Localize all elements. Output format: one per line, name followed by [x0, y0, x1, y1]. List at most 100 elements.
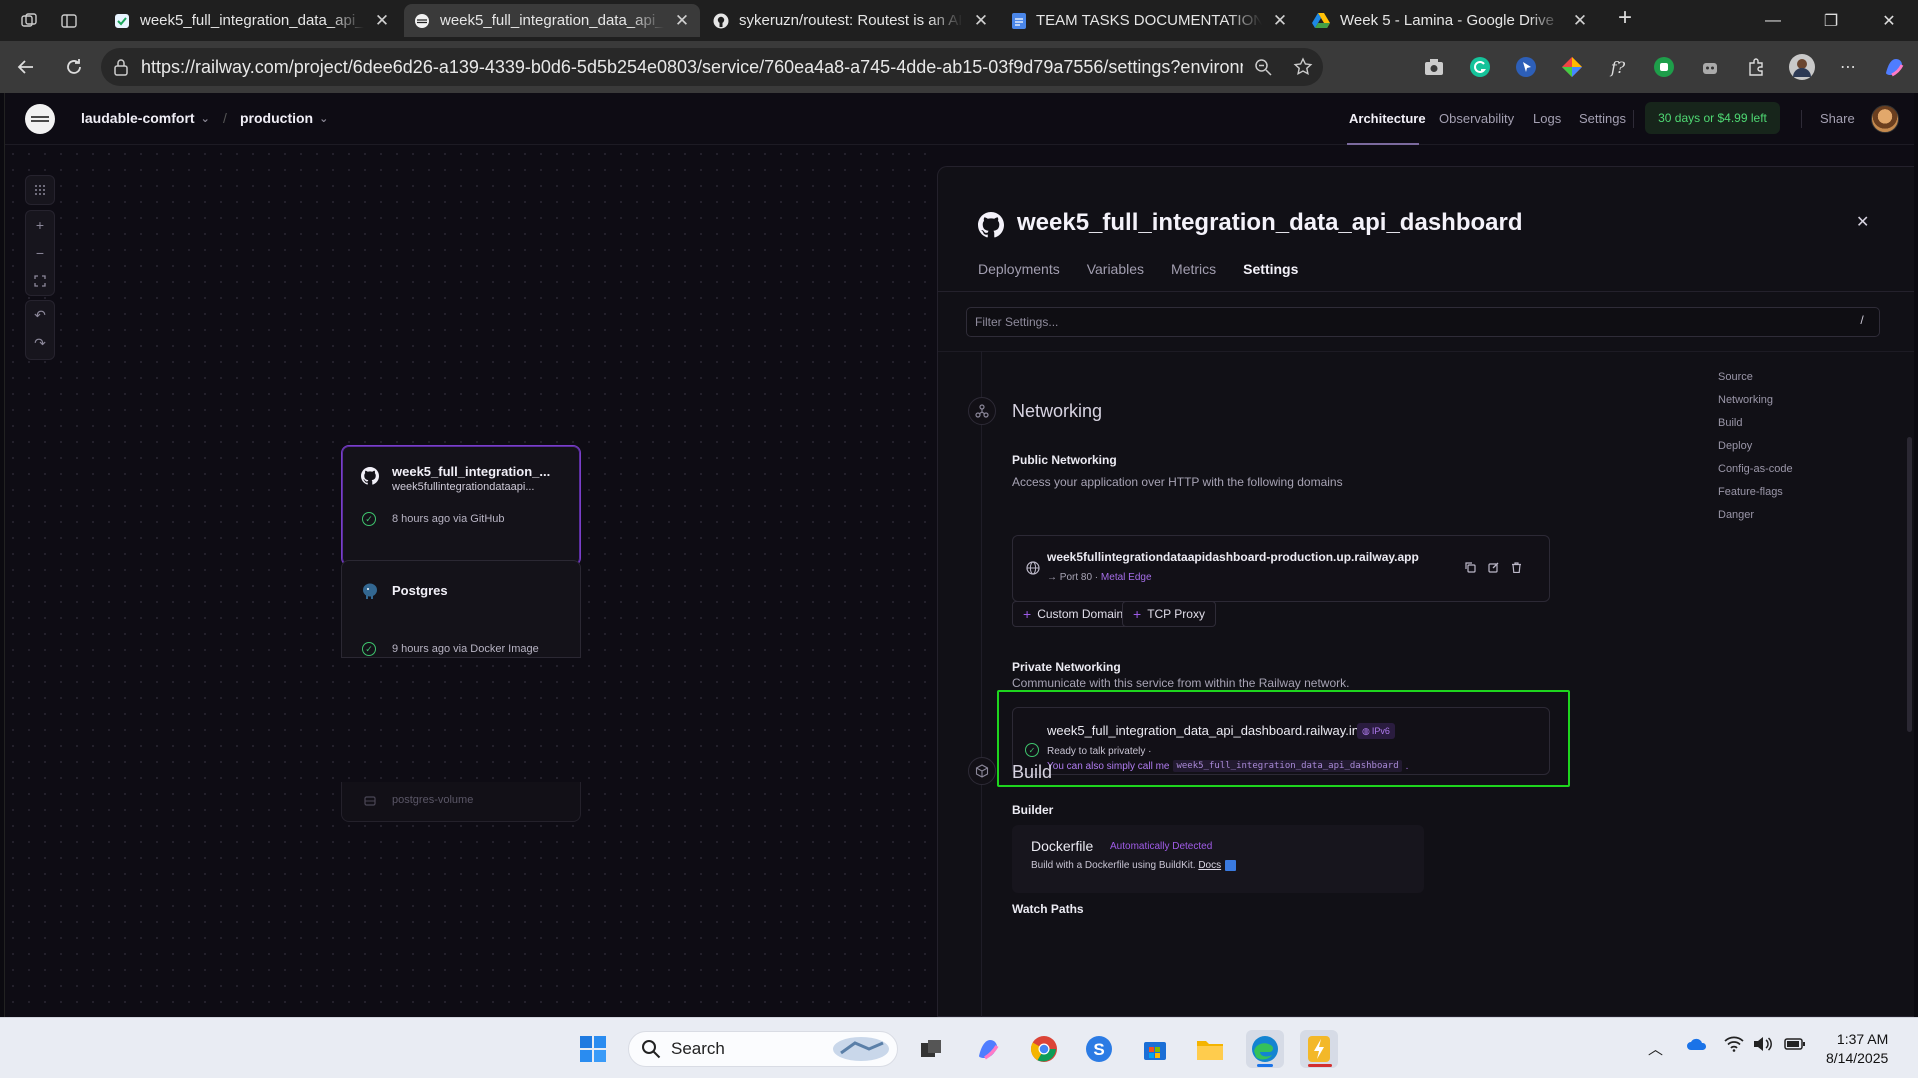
- browser-tab[interactable]: sykeruzn/routest: Routest is an AI ✕: [703, 4, 999, 37]
- toc-source[interactable]: Source: [1718, 371, 1793, 383]
- cursor-extension-icon[interactable]: [1510, 51, 1542, 83]
- environment-selector[interactable]: production ⌄: [240, 110, 328, 126]
- edit-icon[interactable]: [1488, 562, 1499, 573]
- grammarly-icon[interactable]: [1464, 51, 1496, 83]
- nav-settings[interactable]: Settings: [1579, 111, 1626, 126]
- browser-tab[interactable]: Week 5 - Lamina - Google Drive ✕: [1302, 4, 1598, 37]
- close-window-icon[interactable]: ✕: [1860, 0, 1918, 41]
- panel-scrollbar[interactable]: [1907, 437, 1912, 732]
- toc-danger[interactable]: Danger: [1718, 509, 1793, 521]
- tab-close-icon[interactable]: ✕: [674, 11, 690, 31]
- trial-badge[interactable]: 30 days or $4.99 left: [1645, 102, 1780, 134]
- tab-settings[interactable]: Settings: [1243, 261, 1298, 277]
- volume-speaker-icon[interactable]: [1752, 1036, 1772, 1052]
- service-card[interactable]: week5_full_integration_... week5fullinte…: [341, 445, 581, 566]
- file-explorer-icon[interactable]: [1191, 1030, 1229, 1068]
- power-app-icon[interactable]: [1300, 1030, 1338, 1068]
- tab-close-icon[interactable]: ✕: [973, 11, 989, 31]
- tab-label: Week 5 - Lamina - Google Drive: [1340, 12, 1554, 29]
- show-hidden-icons-chevron[interactable]: ︿: [1648, 1038, 1663, 1059]
- tab-close-icon[interactable]: ✕: [1572, 11, 1588, 31]
- toc-deploy[interactable]: Deploy: [1718, 440, 1793, 452]
- extensions-puzzle-icon[interactable]: [1740, 51, 1772, 83]
- copilot-taskbar-icon[interactable]: [969, 1030, 1007, 1068]
- battery-icon[interactable]: [1784, 1037, 1806, 1051]
- tcp-proxy-button[interactable]: + TCP Proxy: [1122, 601, 1216, 627]
- service-card-title: week5_full_integration_...: [392, 464, 551, 479]
- function-extension-icon[interactable]: f?: [1602, 51, 1634, 83]
- workspaces-icon[interactable]: [12, 4, 46, 38]
- project-selector[interactable]: laudable-comfort ⌄: [81, 110, 210, 126]
- zoom-out-icon[interactable]: −: [25, 239, 55, 267]
- browser-tab[interactable]: week5_full_integration_data_api_dashboar…: [104, 4, 400, 37]
- vertical-tabs-icon[interactable]: [52, 4, 86, 38]
- private-domain-url[interactable]: week5_full_integration_data_api_dashboar…: [1047, 723, 1392, 738]
- browser-tab-active[interactable]: week5_full_integration_data_api_dashboar…: [404, 4, 700, 37]
- robot-extension-icon[interactable]: [1694, 51, 1726, 83]
- tab-metrics[interactable]: Metrics: [1171, 261, 1216, 277]
- builder-card[interactable]: Dockerfile Automatically Detected Build …: [1012, 825, 1424, 893]
- green-extension-icon[interactable]: [1648, 51, 1680, 83]
- back-icon[interactable]: [4, 45, 48, 89]
- tab-label: week5_full_integration_data_api_dashboar…: [140, 12, 364, 29]
- toc-build[interactable]: Build: [1718, 417, 1793, 429]
- new-tab-plus-icon[interactable]: +: [1618, 4, 1632, 32]
- github-icon: [978, 212, 1004, 238]
- taskbar-search-box[interactable]: Search: [628, 1031, 898, 1067]
- reload-icon[interactable]: [52, 45, 96, 89]
- public-networking-heading: Public Networking: [1012, 453, 1117, 467]
- fit-view-icon[interactable]: [25, 267, 55, 295]
- architecture-canvas[interactable]: + − ↶ ↷ week5_full_integration_... week5…: [5, 146, 937, 1017]
- address-bar[interactable]: https://railway.com/project/6dee6d26-a13…: [101, 48, 1323, 86]
- user-avatar[interactable]: [1871, 105, 1899, 133]
- skype-s-icon[interactable]: S: [1080, 1030, 1118, 1068]
- copilot-icon[interactable]: [1878, 51, 1910, 83]
- toc-networking[interactable]: Networking: [1718, 394, 1793, 406]
- profile-avatar-icon[interactable]: [1786, 51, 1818, 83]
- edge-browser-icon[interactable]: [1246, 1030, 1284, 1068]
- toc-feature-flags[interactable]: Feature-flags: [1718, 486, 1793, 498]
- browser-tab[interactable]: TEAM TASKS DOCUMENTATION - Google Docs ✕: [1002, 4, 1298, 37]
- windows-start-icon[interactable]: [574, 1030, 612, 1068]
- close-panel-icon[interactable]: ✕: [1856, 212, 1869, 232]
- tab-variables[interactable]: Variables: [1087, 261, 1144, 277]
- nav-logs[interactable]: Logs: [1533, 111, 1561, 126]
- postgres-volume[interactable]: postgres-volume: [341, 782, 581, 822]
- wifi-icon[interactable]: [1724, 1036, 1744, 1052]
- public-domain-url[interactable]: week5fullintegrationdataapidashboard-pro…: [1047, 550, 1419, 564]
- tab-close-icon[interactable]: ✕: [1272, 11, 1288, 31]
- grid-icon[interactable]: [25, 176, 55, 204]
- undo-icon[interactable]: ↶: [25, 301, 55, 329]
- favorite-star-icon[interactable]: [1283, 57, 1323, 77]
- nav-architecture[interactable]: Architecture: [1349, 111, 1426, 126]
- nav-observability[interactable]: Observability: [1439, 111, 1514, 126]
- tab-close-icon[interactable]: ✕: [374, 11, 390, 31]
- restore-icon[interactable]: ❐: [1802, 0, 1860, 41]
- share-button[interactable]: Share: [1820, 111, 1855, 126]
- zoom-icon[interactable]: [1243, 58, 1283, 76]
- docs-link[interactable]: Docs: [1198, 860, 1221, 871]
- external-link-icon[interactable]: [1225, 860, 1237, 871]
- more-menu-icon[interactable]: ⋯: [1832, 51, 1864, 83]
- ipv6-badge: ◍ IPv6: [1357, 723, 1395, 739]
- service-alias-code[interactable]: week5_full_integration_data_api_dashboar…: [1173, 760, 1402, 772]
- colorful-diamond-extension-icon[interactable]: [1556, 51, 1588, 83]
- onedrive-cloud-icon[interactable]: [1686, 1036, 1708, 1052]
- postgres-card[interactable]: Postgres ✓ 9 hours ago via Docker Image: [341, 560, 581, 658]
- site-info-icon[interactable]: [113, 58, 129, 76]
- zoom-in-icon[interactable]: +: [25, 211, 55, 239]
- minimize-icon[interactable]: —: [1744, 0, 1802, 41]
- tab-deployments[interactable]: Deployments: [978, 261, 1060, 277]
- task-view-icon[interactable]: [912, 1030, 950, 1068]
- railway-logo-icon[interactable]: [25, 104, 55, 134]
- chrome-icon[interactable]: [1025, 1030, 1063, 1068]
- microsoft-store-icon[interactable]: [1136, 1030, 1174, 1068]
- custom-domain-button[interactable]: + Custom Domain: [1012, 601, 1135, 627]
- system-clock[interactable]: 1:37 AM 8/14/2025: [1826, 1030, 1888, 1068]
- filter-settings-input[interactable]: Filter Settings... /: [966, 307, 1880, 337]
- delete-trash-icon[interactable]: [1511, 562, 1522, 573]
- redo-icon[interactable]: ↷: [25, 329, 55, 357]
- copy-icon[interactable]: [1465, 562, 1476, 573]
- camera-extension-icon[interactable]: [1418, 51, 1450, 83]
- toc-config-as-code[interactable]: Config-as-code: [1718, 463, 1793, 475]
